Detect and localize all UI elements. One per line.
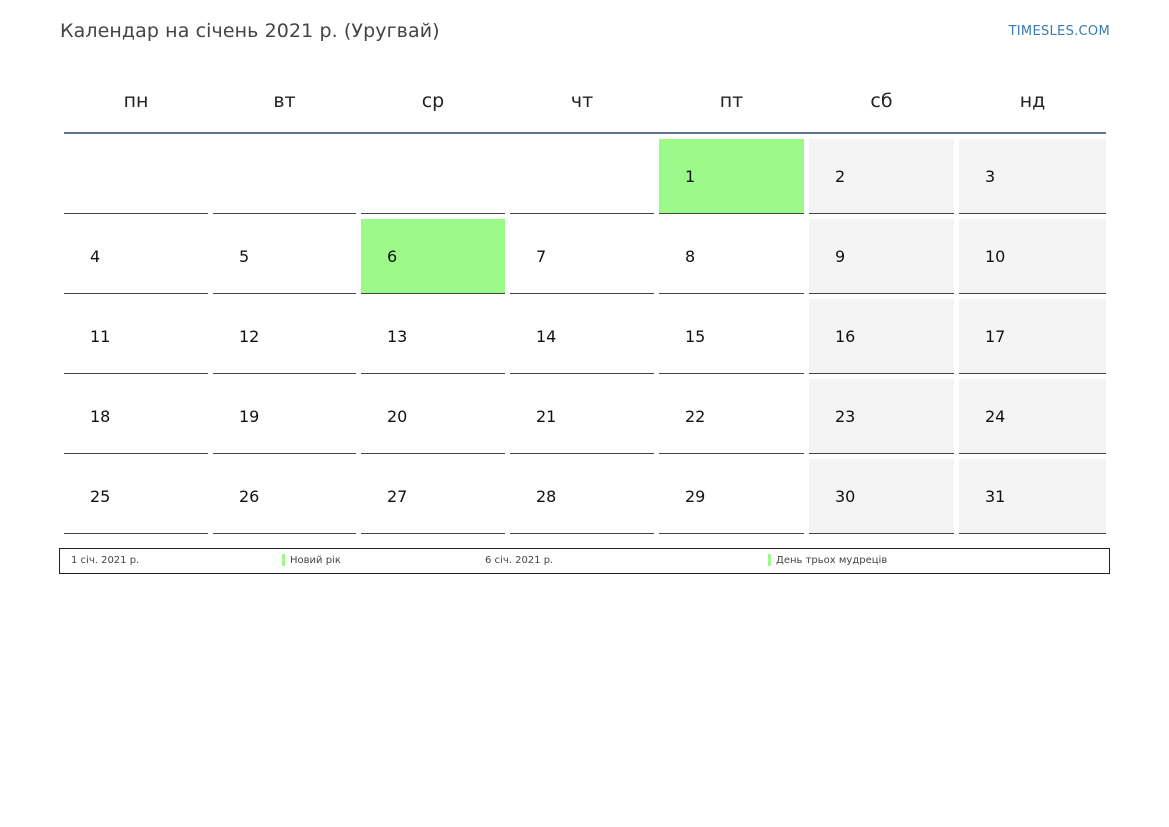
page-title: Календар на січень 2021 р. (Уругвай) bbox=[60, 20, 440, 42]
day-cell: 7 bbox=[510, 219, 654, 294]
day-number: 20 bbox=[387, 407, 408, 426]
day-number: 7 bbox=[536, 247, 547, 266]
day-number: 18 bbox=[90, 407, 111, 426]
day-cell: 21 bbox=[510, 379, 654, 454]
weekday-thu: чт bbox=[570, 90, 594, 112]
empty-day-cell bbox=[64, 139, 208, 214]
day-cell: 27 bbox=[361, 459, 505, 534]
day-cell: 3 bbox=[959, 139, 1106, 214]
holiday-legend: 1 січ. 2021 р. Новий рік 6 січ. 2021 р. … bbox=[59, 548, 1110, 574]
day-cell: 10 bbox=[959, 219, 1106, 294]
day-number: 21 bbox=[536, 407, 557, 426]
day-number: 4 bbox=[90, 247, 101, 266]
day-number: 9 bbox=[835, 247, 846, 266]
day-cell: 4 bbox=[64, 219, 208, 294]
day-number: 3 bbox=[985, 167, 996, 186]
day-number: 14 bbox=[536, 327, 557, 346]
day-number: 2 bbox=[835, 167, 846, 186]
holiday-day-cell: 6 bbox=[361, 219, 505, 294]
weekday-header-row: пн вт ср чт пт сб нд bbox=[64, 70, 1106, 134]
day-cell: 19 bbox=[213, 379, 356, 454]
day-cell: 26 bbox=[213, 459, 356, 534]
day-cell: 11 bbox=[64, 299, 208, 374]
weekday-sat: сб bbox=[870, 90, 893, 112]
day-cell: 15 bbox=[659, 299, 804, 374]
day-cell: 20 bbox=[361, 379, 505, 454]
day-number: 24 bbox=[985, 407, 1006, 426]
day-number: 11 bbox=[90, 327, 111, 346]
day-number: 16 bbox=[835, 327, 856, 346]
day-cell: 13 bbox=[361, 299, 505, 374]
day-number: 17 bbox=[985, 327, 1006, 346]
day-number: 30 bbox=[835, 487, 856, 506]
day-cell: 30 bbox=[809, 459, 954, 534]
day-number: 12 bbox=[239, 327, 260, 346]
day-number: 22 bbox=[685, 407, 706, 426]
day-number: 1 bbox=[685, 167, 696, 186]
day-cell: 2 bbox=[809, 139, 954, 214]
day-cell: 16 bbox=[809, 299, 954, 374]
empty-day-cell bbox=[510, 139, 654, 214]
weekday-sun: нд bbox=[1019, 90, 1046, 112]
legend-date-1: 1 січ. 2021 р. bbox=[71, 555, 140, 566]
day-number: 13 bbox=[387, 327, 408, 346]
day-cell: 17 bbox=[959, 299, 1106, 374]
day-number: 10 bbox=[985, 247, 1006, 266]
legend-color-marker-1 bbox=[282, 554, 285, 566]
weekday-fri: пт bbox=[719, 90, 744, 112]
day-cell: 31 bbox=[959, 459, 1106, 534]
day-number: 15 bbox=[685, 327, 706, 346]
day-cell: 22 bbox=[659, 379, 804, 454]
day-cell: 9 bbox=[809, 219, 954, 294]
day-cell: 23 bbox=[809, 379, 954, 454]
day-cell: 8 bbox=[659, 219, 804, 294]
day-number: 31 bbox=[985, 487, 1006, 506]
day-number: 28 bbox=[536, 487, 557, 506]
day-number: 23 bbox=[835, 407, 856, 426]
day-cell: 18 bbox=[64, 379, 208, 454]
empty-day-cell bbox=[213, 139, 356, 214]
day-number: 27 bbox=[387, 487, 408, 506]
day-cell: 14 bbox=[510, 299, 654, 374]
day-number: 6 bbox=[387, 247, 398, 266]
weekday-tue: вт bbox=[273, 90, 296, 112]
day-number: 19 bbox=[239, 407, 260, 426]
empty-day-cell bbox=[361, 139, 505, 214]
calendar-grid: 1 2 3 4 5 6 7 8 9 10 11 12 13 14 15 16 17 18 19 20 21 22 23 24 2… bbox=[64, 139, 1106, 534]
day-cell: 24 bbox=[959, 379, 1106, 454]
day-number: 25 bbox=[90, 487, 111, 506]
weekday-wed: ср bbox=[421, 90, 445, 112]
day-number: 5 bbox=[239, 247, 250, 266]
day-cell: 28 bbox=[510, 459, 654, 534]
holiday-day-cell: 1 bbox=[659, 139, 804, 214]
day-cell: 12 bbox=[213, 299, 356, 374]
legend-color-marker-2 bbox=[768, 554, 771, 566]
weekday-mon: пн bbox=[123, 90, 149, 112]
day-number: 8 bbox=[685, 247, 696, 266]
day-cell: 29 bbox=[659, 459, 804, 534]
legend-name-2: День трьох мудреців bbox=[776, 555, 888, 566]
brand-link[interactable]: TIMESLES.COM bbox=[1009, 24, 1110, 39]
day-number: 29 bbox=[685, 487, 706, 506]
legend-name-1: Новий рік bbox=[290, 555, 341, 566]
legend-date-2: 6 січ. 2021 р. bbox=[485, 555, 554, 566]
day-cell: 5 bbox=[213, 219, 356, 294]
day-cell: 25 bbox=[64, 459, 208, 534]
day-number: 26 bbox=[239, 487, 260, 506]
